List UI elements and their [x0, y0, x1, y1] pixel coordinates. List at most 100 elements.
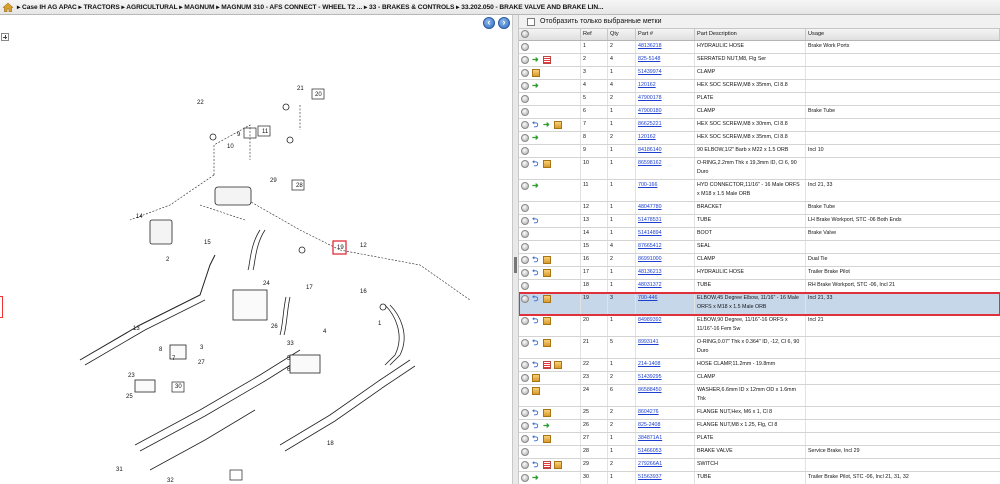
- table-row[interactable]: 18 1 48031372 TUBE RH Brake Workport, STC -0…: [519, 280, 1000, 293]
- status-circle-icon[interactable]: [521, 94, 529, 103]
- part-number-link[interactable]: 86625221: [638, 121, 662, 127]
- table-row[interactable]: ⮌ 27 1 384871A1 PLATE: [519, 433, 1000, 446]
- green-arrow-icon[interactable]: ➜: [532, 473, 540, 482]
- package-icon[interactable]: [543, 159, 551, 168]
- part-number-link[interactable]: 120162: [638, 134, 656, 140]
- callout-18[interactable]: 18: [327, 441, 334, 447]
- swap-arrow-icon[interactable]: ⮌: [532, 434, 540, 443]
- callout-29[interactable]: 29: [270, 178, 277, 184]
- callout-13[interactable]: 13: [133, 326, 140, 332]
- callout-21[interactable]: 21: [297, 86, 304, 92]
- callout-20[interactable]: 20: [315, 92, 322, 98]
- status-circle-icon[interactable]: [521, 386, 529, 395]
- callout-31[interactable]: 31: [116, 467, 123, 473]
- table-row[interactable]: ⮌ 10 1 86598162 O-RING,2.2mm Thk x 19,3mm ID…: [519, 158, 1000, 180]
- callout-22[interactable]: 22: [197, 100, 204, 106]
- part-number-link[interactable]: 214-1408: [638, 361, 660, 367]
- part-number-link[interactable]: 48047780: [638, 204, 662, 210]
- callout-32[interactable]: 32: [167, 478, 174, 484]
- callout-19[interactable]: 19: [337, 245, 344, 251]
- callout-3[interactable]: 3: [200, 345, 204, 351]
- status-circle-icon[interactable]: [521, 107, 529, 116]
- part-number-link[interactable]: 8604276: [638, 409, 659, 415]
- part-number-link[interactable]: 86588450: [638, 387, 662, 393]
- callout-25[interactable]: 25: [126, 394, 133, 400]
- status-circle-icon[interactable]: [521, 181, 529, 190]
- package-icon[interactable]: [554, 120, 562, 129]
- part-number-link[interactable]: 48136213: [638, 269, 662, 275]
- exploded-parts-diagram[interactable]: 1234567891011121314151617181920212223242…: [0, 15, 512, 484]
- status-circle-icon[interactable]: [521, 408, 529, 417]
- part-number-link[interactable]: 48031372: [638, 282, 662, 288]
- swap-arrow-icon[interactable]: ⮌: [532, 159, 540, 168]
- part-number-link[interactable]: 87665412: [638, 243, 662, 249]
- col-usage[interactable]: Usage: [806, 29, 1000, 40]
- status-circle-icon[interactable]: [521, 421, 529, 430]
- part-number-link[interactable]: 700-166: [638, 182, 657, 188]
- table-row[interactable]: 6 1 47900180 CLAMP Brake Tube: [519, 106, 1000, 119]
- table-row[interactable]: ➜ 4 4 120162 HEX SOC SCREW,M8 x 35mm, Cl 8.8: [519, 80, 1000, 93]
- callout-4[interactable]: 4: [323, 329, 327, 335]
- part-number-link[interactable]: 86598162: [638, 160, 662, 166]
- callout-1[interactable]: 1: [378, 321, 382, 327]
- breadcrumb-item[interactable]: 33.202.050 - BRAKE VALVE AND BRAKE LIN..…: [461, 4, 603, 11]
- part-number-link[interactable]: 279266A1: [638, 461, 662, 467]
- status-circle-icon[interactable]: [521, 229, 529, 238]
- part-number-link[interactable]: 51563937: [638, 474, 662, 480]
- swap-arrow-icon[interactable]: ⮌: [532, 421, 540, 430]
- table-row[interactable]: 5 2 47900178 PLATE: [519, 93, 1000, 106]
- table-row[interactable]: ⮌ 17 1 48136213 HYDRAULIC HOSE Trailer Brake …: [519, 267, 1000, 280]
- status-circle-icon[interactable]: [521, 338, 529, 347]
- swap-arrow-icon[interactable]: ⮌: [532, 408, 540, 417]
- swap-arrow-icon[interactable]: ⮌: [532, 255, 540, 264]
- swap-arrow-icon[interactable]: ⮌: [532, 360, 540, 369]
- table-row[interactable]: ➜ 8 2 120162 HEX SOC SCREW,M8 x 35mm, Cl 8.8: [519, 132, 1000, 145]
- status-circle-icon[interactable]: [521, 360, 529, 369]
- package-icon[interactable]: [543, 268, 551, 277]
- callout-24[interactable]: 24: [263, 281, 270, 287]
- status-circle-icon[interactable]: [521, 242, 529, 251]
- green-arrow-icon[interactable]: ➜: [532, 55, 540, 64]
- package-icon[interactable]: [554, 460, 562, 469]
- part-number-link[interactable]: 51439295: [638, 374, 662, 380]
- table-row[interactable]: ⮌ 21 5 8993141 O-RING,0.07" Thk x 0.364" ID,…: [519, 337, 1000, 359]
- package-icon[interactable]: [543, 255, 551, 264]
- callout-11[interactable]: 11: [262, 129, 269, 135]
- status-circle-icon[interactable]: [521, 146, 529, 155]
- package-icon[interactable]: [532, 386, 540, 395]
- package-icon[interactable]: [543, 408, 551, 417]
- panel-splitter[interactable]: [512, 15, 519, 484]
- green-arrow-icon[interactable]: ➜: [543, 421, 551, 430]
- part-number-link[interactable]: 48136218: [638, 43, 662, 49]
- status-circle-icon[interactable]: [521, 460, 529, 469]
- status-circle-icon[interactable]: [521, 216, 529, 225]
- table-row[interactable]: ⮌ 29 2 279266A1 SWITCH: [519, 459, 1000, 472]
- callout-2[interactable]: 2: [166, 257, 170, 263]
- splitter-grip-icon[interactable]: [514, 257, 517, 273]
- table-row[interactable]: ⮌ ➜ 7 1 86625221 HEX SOC SCREW,M8 x 30mm, Cl …: [519, 119, 1000, 132]
- part-number-link[interactable]: 384871A1: [638, 435, 662, 441]
- swap-arrow-icon[interactable]: ⮌: [532, 120, 540, 129]
- breadcrumb-item[interactable]: MAGNUM 310 - AFS CONNECT - WHEEL T2 ...: [221, 4, 362, 11]
- swap-arrow-icon[interactable]: ⮌: [532, 268, 540, 277]
- green-arrow-icon[interactable]: ➜: [532, 133, 540, 142]
- part-number-link[interactable]: 51466053: [638, 448, 662, 454]
- table-row[interactable]: ⮌ 20 1 84989392 ELBOW,90 Degree, 11/16"-16 O…: [519, 315, 1000, 337]
- callout-16[interactable]: 16: [360, 289, 367, 295]
- breadcrumb-item[interactable]: TRACTORS: [84, 4, 120, 11]
- status-circle-icon[interactable]: [521, 55, 529, 64]
- part-number-link[interactable]: 84989392: [638, 317, 662, 323]
- package-icon[interactable]: [543, 316, 551, 325]
- swap-arrow-icon[interactable]: ⮌: [532, 294, 540, 303]
- part-number-link[interactable]: 8993141: [638, 339, 659, 345]
- package-icon[interactable]: [532, 373, 540, 382]
- status-circle-icon[interactable]: [521, 373, 529, 382]
- status-circle-icon[interactable]: [521, 316, 529, 325]
- package-icon[interactable]: [532, 68, 540, 77]
- breadcrumb-item[interactable]: Case IH AG APAC: [22, 4, 77, 11]
- select-all-icon[interactable]: [521, 30, 529, 38]
- status-circle-icon[interactable]: [521, 255, 529, 264]
- breadcrumb-item[interactable]: MAGNUM: [184, 4, 214, 11]
- status-circle-icon[interactable]: [521, 447, 529, 456]
- part-number-link[interactable]: 120162: [638, 82, 656, 88]
